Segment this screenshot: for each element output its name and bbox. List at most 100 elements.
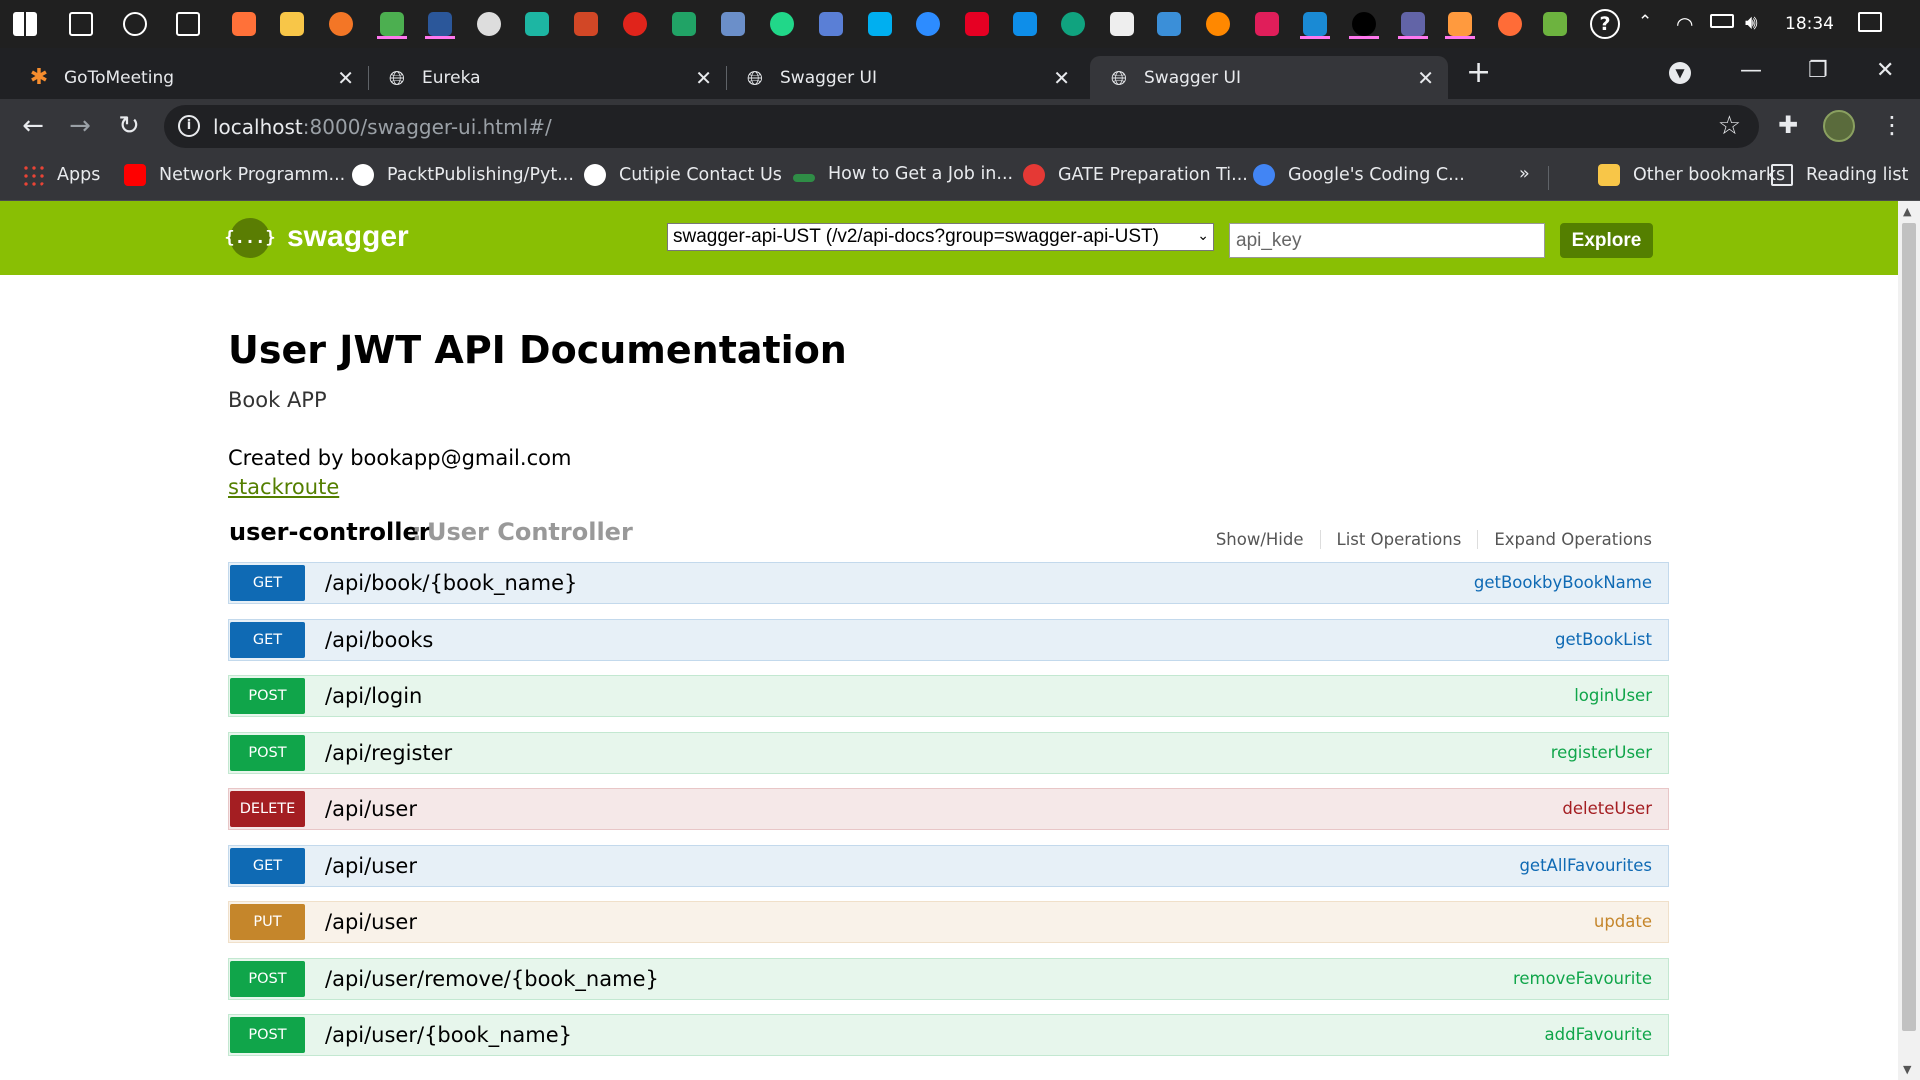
vlc-icon[interactable] (1203, 9, 1233, 39)
controller-name[interactable]: user-controller (229, 518, 431, 546)
http-method-badge[interactable]: DELETE (230, 791, 305, 827)
operation-row-delete[interactable]: DELETE/api/user deleteUser (228, 788, 1669, 830)
bookmark-item[interactable]: Apps (22, 164, 100, 186)
operation-row-get[interactable]: GET/api/books getBookList (228, 618, 1669, 661)
operation-nickname[interactable]: getAllFavourites (1519, 856, 1652, 875)
tab-search-icon[interactable]: ▼ (1669, 62, 1691, 84)
operation-row-put[interactable]: PUT/api/user update (228, 901, 1669, 943)
operation-nickname[interactable]: addFavourite (1545, 1025, 1652, 1044)
http-method-badge[interactable]: POST (230, 678, 305, 714)
acrobat-icon[interactable] (620, 9, 650, 39)
http-method-badge[interactable]: POST (230, 1017, 305, 1053)
close-icon[interactable]: ✕ (337, 66, 354, 90)
operation-row-get[interactable]: GET/api/book/{book_name} getBookbyBookNam… (228, 562, 1669, 604)
http-method-badge[interactable]: GET (230, 847, 305, 884)
operation-row-get[interactable]: GET/api/user getAllFavourites (228, 844, 1669, 887)
extensions-icon[interactable]: ✚ (1778, 111, 1798, 139)
scroll-down-icon[interactable]: ▼ (1903, 1063, 1911, 1076)
http-method-badge[interactable]: POST (230, 960, 305, 997)
restore-button[interactable]: ❐ (1808, 58, 1828, 83)
bookmark-item[interactable]: PacktPublishing/Pyt... (352, 164, 574, 186)
powerpoint-icon[interactable] (571, 9, 601, 39)
operation-path[interactable]: /api/user/remove/{book_name} (325, 967, 659, 991)
operation-row-post[interactable]: POST/api/user/{book_name} addFavourite (228, 1014, 1669, 1056)
jupyter-icon[interactable] (326, 9, 356, 39)
notification-icon[interactable] (1858, 12, 1882, 32)
operation-path[interactable]: /api/user (325, 854, 417, 878)
mail-icon[interactable] (1300, 9, 1330, 39)
http-method-badge[interactable]: POST (230, 734, 305, 771)
store-icon[interactable] (474, 9, 504, 39)
snipping-icon[interactable] (1445, 9, 1475, 39)
close-window-button[interactable]: ✕ (1876, 58, 1894, 83)
operation-nickname[interactable]: removeFavourite (1513, 969, 1652, 988)
http-method-badge[interactable]: GET (230, 565, 305, 601)
explore-button[interactable]: Explore (1560, 223, 1653, 258)
operation-path[interactable]: /api/user (325, 910, 417, 934)
chatgpt-icon[interactable] (1058, 9, 1088, 39)
profile-avatar[interactable] (1823, 110, 1855, 142)
r-icon[interactable] (718, 9, 748, 39)
api-key-input[interactable]: api_key (1229, 223, 1545, 258)
help-icon[interactable]: ? (1590, 9, 1620, 39)
bookmark-item[interactable]: Network Programm... (124, 164, 345, 186)
volume-icon[interactable]: 🔊︎ (1745, 10, 1758, 34)
excel-icon[interactable] (669, 9, 699, 39)
new-tab-button[interactable]: + (1466, 58, 1491, 88)
reading-list[interactable]: Reading list (1771, 164, 1908, 186)
vertical-scrollbar[interactable]: ▲ ▼ (1898, 201, 1920, 1080)
word-icon[interactable] (425, 9, 455, 39)
menu-icon[interactable]: ⋮ (1880, 111, 1904, 139)
bookmark-item[interactable]: How to Get a Job in... (793, 164, 1013, 184)
bookmark-item[interactable]: Cutipie Contact Us (584, 164, 782, 186)
address-bar[interactable]: i localhost:8000/swagger-ui.html#/ ☆ (164, 105, 1759, 148)
back-button[interactable]: ← (17, 110, 49, 142)
tab-swagger-ui-active[interactable]: 🌐︎ Swagger UI ✕ (1090, 56, 1448, 99)
file-explorer-icon[interactable] (277, 9, 307, 39)
minimize-button[interactable]: — (1740, 58, 1762, 83)
operation-path[interactable]: /api/user/{book_name} (325, 1023, 572, 1047)
operation-nickname[interactable]: loginUser (1574, 686, 1652, 705)
operation-row-post[interactable]: POST/api/user/remove/{book_name} removeFa… (228, 957, 1669, 1000)
skype-icon[interactable] (865, 9, 895, 39)
sts-icon[interactable] (1540, 9, 1570, 39)
forward-button[interactable]: → (64, 110, 96, 142)
list-operations-link[interactable]: List Operations (1321, 530, 1479, 549)
teamviewer-icon[interactable] (1010, 9, 1040, 39)
slack-icon[interactable] (1252, 9, 1282, 39)
teams-icon[interactable] (1398, 9, 1428, 39)
operation-path[interactable]: /api/book/{book_name} (325, 571, 577, 595)
start-icon[interactable] (10, 9, 40, 39)
operation-row-post[interactable]: POST/api/register registerUser (228, 731, 1669, 774)
close-icon[interactable]: ✕ (1053, 66, 1070, 90)
swagger-logo-icon[interactable]: {...} (224, 218, 276, 258)
tab-eureka[interactable]: 🌐︎ Eureka ✕ (368, 56, 726, 99)
operation-nickname[interactable]: getBookList (1555, 630, 1652, 649)
postman-icon[interactable] (1495, 9, 1525, 39)
operation-path[interactable]: /api/user (325, 797, 417, 821)
other-bookmarks[interactable]: Other bookmarks (1598, 164, 1785, 186)
battery-icon[interactable] (1710, 14, 1734, 28)
operation-nickname[interactable]: deleteUser (1562, 799, 1652, 818)
remote-desktop-icon[interactable] (816, 9, 846, 39)
operation-nickname[interactable]: registerUser (1551, 743, 1652, 762)
cortana-icon[interactable] (120, 9, 150, 39)
inkscape-icon[interactable] (1107, 9, 1137, 39)
zoom-icon[interactable] (913, 9, 943, 39)
expand-operations-link[interactable]: Expand Operations (1478, 530, 1652, 549)
intellij-icon[interactable] (1349, 9, 1379, 39)
site-info-icon[interactable]: i (178, 115, 200, 137)
firefox-icon[interactable] (229, 9, 259, 39)
api-link[interactable]: stackroute (228, 475, 339, 499)
url-text[interactable]: localhost:8000/swagger-ui.html#/ (213, 115, 552, 139)
network-icon[interactable]: ◠ (1676, 12, 1693, 36)
show-hide-link[interactable]: Show/Hide (1200, 530, 1321, 549)
operation-path[interactable]: /api/register (325, 741, 452, 765)
close-icon[interactable]: ✕ (1417, 66, 1434, 90)
pycharm-icon[interactable] (767, 9, 797, 39)
operation-path[interactable]: /api/login (325, 684, 422, 708)
scroll-up-icon[interactable]: ▲ (1903, 205, 1911, 218)
scrollbar-thumb[interactable] (1902, 223, 1916, 1031)
task-view-icon[interactable] (173, 9, 203, 39)
bookmark-item[interactable]: GATE Preparation Ti... (1023, 164, 1248, 186)
